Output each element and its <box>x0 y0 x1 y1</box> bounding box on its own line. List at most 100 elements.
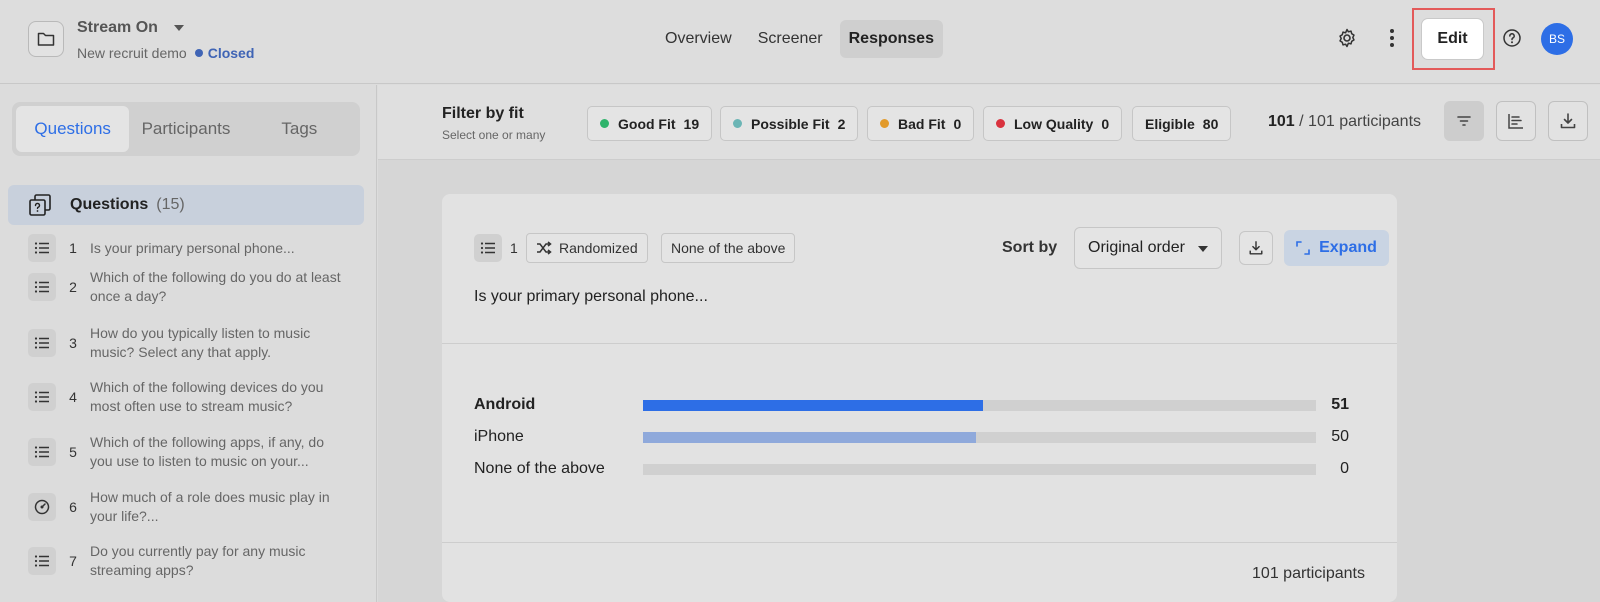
download-icon <box>1560 113 1576 129</box>
question-item-text: How much of a role does music play in yo… <box>90 489 330 524</box>
question-item-text: Is your primary personal phone... <box>90 239 295 256</box>
question-stack-icon <box>29 194 51 216</box>
chevron-down-icon <box>173 25 184 31</box>
filter-subtitle: Select one or many <box>442 128 546 142</box>
gear-icon <box>1339 28 1355 48</box>
bar-track <box>643 400 1316 411</box>
chip-label: Eligible <box>1145 115 1195 132</box>
none-of-above-tag: None of the above <box>661 233 796 263</box>
participants-count: 101 / 101 participants <box>1268 113 1421 131</box>
tab-responses[interactable]: Responses <box>839 20 943 58</box>
more-options-button[interactable] <box>1380 26 1404 50</box>
list-icon <box>28 547 56 575</box>
download-icon <box>1249 241 1263 255</box>
sidebar-question-item[interactable]: 7 Do you currently pay for any music stre… <box>28 542 368 580</box>
good-fit-dot <box>600 119 609 128</box>
avatar[interactable]: BS <box>1541 23 1573 55</box>
sort-label: Sort by <box>1002 239 1058 256</box>
status-dot <box>194 49 203 57</box>
randomized-tag-label: Randomized <box>559 240 638 256</box>
sidebar-tab-questions[interactable]: Questions <box>16 106 130 152</box>
question-item-text: Which of the following devices do you mo… <box>90 379 324 414</box>
list-icon <box>28 273 56 301</box>
tab-overview[interactable]: Overview <box>656 20 741 58</box>
question-text: Is your primary personal phone... <box>474 288 708 305</box>
list-icon <box>28 438 56 466</box>
chip-label: Low Quality <box>1014 115 1094 132</box>
tab-screener[interactable]: Screener <box>749 20 832 58</box>
edit-button[interactable]: Edit <box>1421 18 1484 60</box>
project-title-dropdown[interactable]: Stream On <box>77 19 184 37</box>
more-vertical-icon <box>1390 29 1394 47</box>
question-card-header: 1 Randomized None of the above Sort by O… <box>442 194 1397 344</box>
sidebar-tab-tags[interactable]: Tags <box>243 106 356 152</box>
filter-icon <box>1457 116 1471 126</box>
bar-row: iPhone 50 <box>474 425 1374 449</box>
list-icon <box>28 329 56 357</box>
question-item-number: 6 <box>69 499 77 515</box>
chip-label: Bad Fit <box>898 115 946 132</box>
chip-count: 80 <box>1202 115 1219 132</box>
chip-count: 0 <box>953 115 962 132</box>
chart-view-button[interactable] <box>1496 101 1536 141</box>
bar-track <box>643 432 1316 443</box>
filter-chip-low-quality[interactable]: Low Quality 0 <box>983 106 1123 141</box>
bar-value: 0 <box>1340 460 1349 477</box>
expand-label: Expand <box>1319 239 1377 256</box>
sidebar: Questions Participants Tags Questions (1… <box>0 85 377 602</box>
randomized-tag: Randomized <box>526 233 648 263</box>
sidebar-question-item[interactable]: 1 Is your primary personal phone... <box>28 234 368 262</box>
question-item-text: How do you typically listen to music mus… <box>90 325 311 360</box>
sort-select[interactable]: Original order <box>1074 227 1222 269</box>
chip-label: Good Fit <box>618 115 676 132</box>
question-download-button[interactable] <box>1239 231 1273 265</box>
sidebar-question-item[interactable]: 4 Which of the following devices do you m… <box>28 378 368 416</box>
help-button[interactable] <box>1500 26 1524 50</box>
gauge-icon <box>28 493 56 521</box>
sidebar-tab-participants[interactable]: Participants <box>129 106 242 152</box>
bar-label: Android <box>474 396 536 413</box>
project-subtitle: New recruit demo <box>77 45 187 61</box>
expand-button[interactable]: Expand <box>1284 230 1389 266</box>
bar-fill <box>643 432 977 443</box>
filter-chip-good-fit[interactable]: Good Fit 19 <box>587 106 713 141</box>
question-item-number: 3 <box>69 335 77 351</box>
questions-count: (15) <box>156 196 185 213</box>
participants-total: / 101 participants <box>1299 113 1422 130</box>
main-panel: Filter by fit Select one or many Good Fi… <box>378 85 1600 602</box>
bar-value: 50 <box>1331 428 1349 445</box>
project-folder-button[interactable] <box>28 21 64 57</box>
filter-chip-possible-fit[interactable]: Possible Fit 2 <box>720 106 859 141</box>
filter-chip-bad-fit[interactable]: Bad Fit 0 <box>867 106 975 141</box>
bar-row: Android 51 <box>474 393 1374 417</box>
project-title: Stream On <box>77 19 158 36</box>
bar-value: 51 <box>1331 396 1349 413</box>
question-item-number: 2 <box>69 279 77 295</box>
filter-chip-eligible[interactable]: Eligible 80 <box>1132 106 1232 141</box>
bad-fit-dot <box>880 119 889 128</box>
bar-label: iPhone <box>474 428 524 445</box>
sidebar-question-item[interactable]: 2 Which of the following do you do at lea… <box>28 268 368 306</box>
main-nav: Overview Screener Responses <box>656 19 943 59</box>
sidebar-question-item[interactable]: 3 How do you typically listen to music mu… <box>28 324 368 362</box>
chip-count: 0 <box>1101 115 1110 132</box>
download-button[interactable] <box>1548 101 1588 141</box>
settings-button[interactable] <box>1335 26 1359 50</box>
bar-chart-icon <box>1508 114 1523 129</box>
filter-toggle-button[interactable] <box>1444 101 1484 141</box>
sidebar-tabs: Questions Participants Tags <box>12 102 360 156</box>
sort-value: Original order <box>1088 239 1185 256</box>
sidebar-question-item[interactable]: 6 How much of a role does music play in y… <box>28 488 368 526</box>
sidebar-question-item[interactable]: 5 Which of the following apps, if any, do… <box>28 433 368 471</box>
bar-label: None of the above <box>474 460 605 477</box>
question-number: 1 <box>510 240 518 256</box>
help-icon <box>1503 29 1521 47</box>
participants-shown: 101 <box>1268 113 1295 130</box>
question-item-number: 1 <box>69 240 77 256</box>
chip-label: Possible Fit <box>751 115 830 132</box>
low-quality-dot <box>996 119 1005 128</box>
status-badge: Closed <box>207 45 255 61</box>
question-item-text: Which of the following do you do at leas… <box>90 269 341 304</box>
questions-header[interactable]: Questions (15) <box>8 185 364 225</box>
filter-bar: Filter by fit Select one or many Good Fi… <box>378 85 1600 160</box>
